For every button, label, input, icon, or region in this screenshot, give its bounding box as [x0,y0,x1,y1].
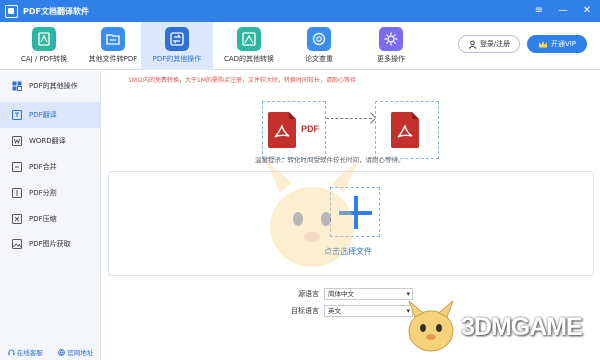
sidebar-item-label: WORD翻译 [29,137,66,145]
vip-label: 开通VIP [550,40,577,48]
more-ops-icon [379,27,403,51]
add-file-button[interactable] [330,187,380,237]
cad-icon [237,27,261,51]
pdf-ops-icon [165,27,189,51]
sidebar-item-label: PDF翻译 [29,111,57,119]
target-language-select[interactable]: 英文 [324,305,413,317]
source-language-select[interactable]: 简体中文 [324,288,413,300]
grid-icon [11,81,22,92]
split-icon [11,188,22,199]
login-button[interactable]: 登录/注册 [458,35,520,53]
file-drop-zone[interactable]: 点击选择文件 [108,171,594,276]
crown-icon [538,40,547,47]
online-service-link[interactable]: 在线客服 [8,347,43,357]
pdf-file-icon [391,112,419,148]
sidebar-item-pdf-ops[interactable]: PDF的其他操作 [0,73,101,99]
tool-label: 其他文件转PDF [88,55,138,63]
select-file-label[interactable]: 点击选择文件 [324,246,372,257]
merge-icon [11,162,22,173]
source-pdf-illustration: PDF [262,101,326,159]
tool-label: 论文查重 [305,55,333,63]
sidebar-item-label: PDF合并 [29,163,57,171]
sidebar-item-pdf-compress[interactable]: PDF压缩 [0,206,101,232]
tool-pdf-ops[interactable]: PDF的其他操作 [141,22,213,70]
pdf-label: PDF [301,124,319,134]
image-icon [11,239,22,250]
sidebar-item-pdf-split[interactable]: PDF分割 [0,180,101,206]
sidebar: PDF的其他操作 PDF翻译 WORD翻译 PDF合并 PDF分割 PDF压缩 [0,71,101,360]
globe-icon [58,348,66,356]
user-icon [468,40,477,49]
login-label: 登录/注册 [479,40,511,48]
file-to-pdf-icon [101,27,125,51]
sidebar-item-label: PDF分割 [29,189,57,197]
word-icon [11,136,22,147]
compress-icon [11,214,22,225]
sidebar-footer: 在线客服 官网地址 [0,347,101,357]
menu-icon[interactable]: ≡ [532,4,546,18]
sidebar-item-label: PDF压缩 [29,215,57,223]
pdf-file-icon [268,112,296,148]
sidebar-item-word-translate[interactable]: WORD翻译 [0,128,101,154]
sidebar-item-pdf-translate[interactable]: PDF翻译 [0,102,101,128]
website-label: 官网地址 [67,349,94,357]
website-link[interactable]: 官网地址 [58,347,93,357]
sidebar-item-label: PDF图片获取 [29,240,71,248]
app-title: PDF文档翻译软件 [23,6,89,16]
source-language-row: 源语言 简体中文 [102,288,600,300]
window-controls: ≡ — ✕ [532,0,594,22]
tool-label: CAD的其他转换 [223,55,275,63]
close-icon[interactable]: ✕ [580,4,594,18]
tool-label: PDF的其他操作 [152,55,202,63]
target-language-label: 目标语言 [291,307,319,315]
paper-check-icon [307,27,331,51]
title-bar: PDF文档翻译软件 ≡ — ✕ [0,0,600,22]
sidebar-item-label: PDF的其他操作 [29,82,78,90]
minimize-icon[interactable]: — [556,4,570,18]
translate-icon [11,110,22,121]
app-logo-icon [5,4,18,18]
headset-icon [8,349,15,355]
tool-more-ops[interactable]: 更多操作 [355,22,427,70]
target-language-row: 目标语言 英文 [102,305,600,317]
tool-label: CAJ / PDF转换 [20,55,68,63]
tool-cad[interactable]: CAD的其他转换 [213,22,285,70]
tool-paper-check[interactable]: 论文查重 [283,22,355,70]
tool-file-to-pdf[interactable]: 其他文件转PDF [77,22,149,70]
caj-pdf-icon [32,27,56,51]
tool-label: 更多操作 [377,55,405,63]
hint-text: 温馨提示：转化时间受软件较长时间，请耐心等待。 [255,156,405,164]
tool-caj-pdf[interactable]: CAJ / PDF转换 [8,22,80,70]
notice-text: 1M以内的免费转换，大于1M的需购买注册，文件较大时，转换时间较长，请耐心等待 [128,77,356,84]
plus-icon-bar [339,211,372,215]
vip-button[interactable]: 开通VIP [527,35,587,53]
sidebar-item-pdf-image[interactable]: PDF图片获取 [0,231,101,257]
sidebar-item-pdf-merge[interactable]: PDF合并 [0,154,101,180]
main-panel: 1M以内的免费转换，大于1M的需购买注册，文件较大时，转换时间较长，请耐心等待 … [102,71,600,360]
target-pdf-illustration [375,101,439,159]
source-language-label: 源语言 [298,290,319,298]
online-service-label: 在线客服 [16,349,43,357]
